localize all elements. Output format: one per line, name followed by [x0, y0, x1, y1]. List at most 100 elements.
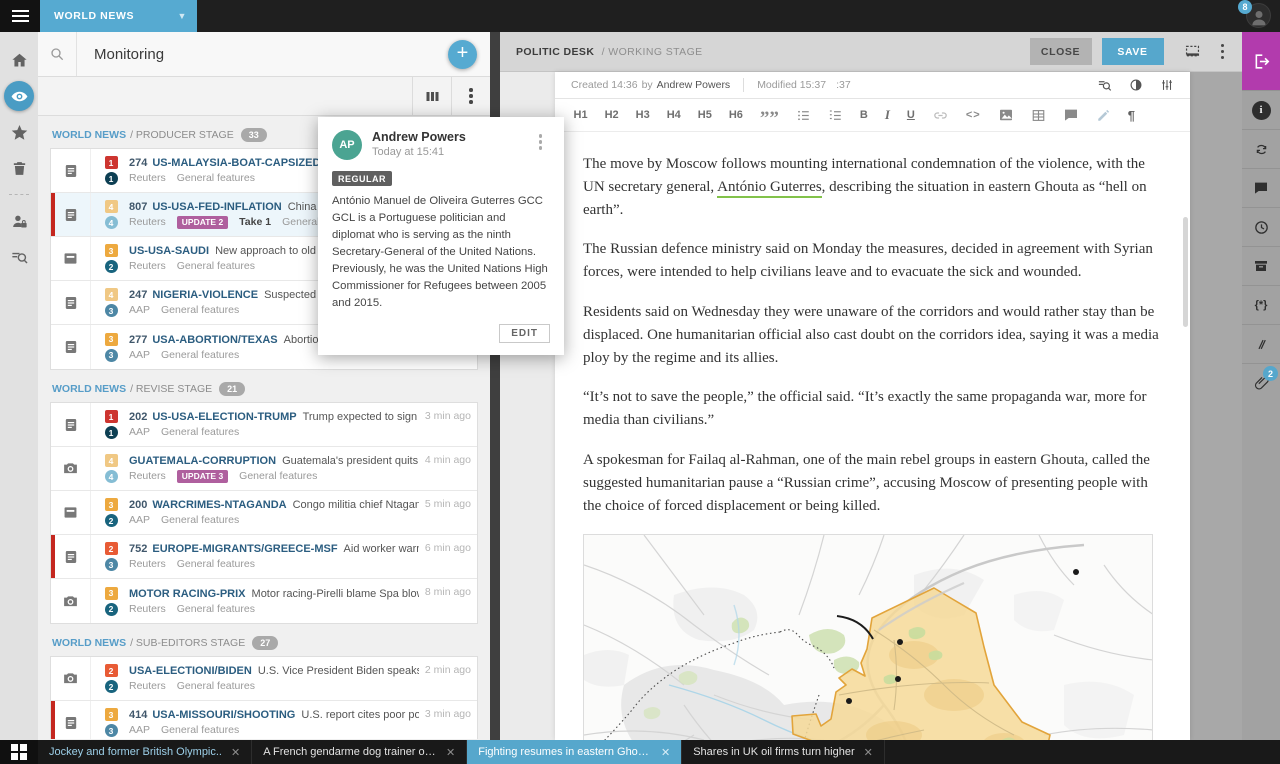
camera-item-icon [51, 447, 91, 490]
format-u-button[interactable]: U [898, 99, 923, 131]
item-time: 2 min ago [425, 664, 471, 676]
columns-view-icon[interactable] [412, 77, 451, 115]
code-icon[interactable]: <> [957, 99, 989, 131]
workqueue-tab[interactable]: Shares in UK oil firms turn higher✕ [682, 740, 885, 764]
close-tab-icon[interactable]: ✕ [864, 746, 873, 759]
format-toolbar: H1H2H3H4H5H6”” BIU <> ¶ [555, 99, 1190, 132]
item-time: 6 min ago [425, 542, 471, 554]
take-label: Take 1 [239, 216, 271, 228]
user-menu[interactable]: 8 [1246, 3, 1272, 29]
star-icon[interactable] [0, 114, 38, 150]
format-b-button[interactable]: B [851, 99, 876, 131]
camera-item-icon [51, 579, 91, 623]
item-number: 247 [129, 289, 147, 301]
find-replace-icon[interactable] [1097, 78, 1112, 93]
add-content-button[interactable]: + [448, 40, 477, 69]
format-¶-button[interactable]: ¶ [1119, 99, 1143, 131]
list-item[interactable]: 33414USA-MISSOURI/SHOOTINGU.S. report ci… [51, 701, 477, 739]
format-h4-button[interactable]: H4 [658, 99, 689, 131]
trash-icon[interactable] [0, 150, 38, 186]
list-item[interactable]: 44GUATEMALA-CORRUPTIONGuatemala's presid… [51, 447, 477, 491]
stage-label: / REVISE STAGE [130, 383, 212, 395]
dock-layout-icon[interactable] [1184, 43, 1201, 60]
suggestions-icon[interactable] [1242, 324, 1280, 363]
edit-button[interactable]: EDIT [499, 324, 550, 343]
user-privileges-icon[interactable] [0, 203, 38, 239]
format-h5-button[interactable]: H5 [689, 99, 720, 131]
priority-badge: 1 [105, 172, 118, 185]
ol-icon[interactable] [819, 99, 851, 131]
close-tab-icon[interactable]: ✕ [661, 746, 670, 759]
global-search-icon[interactable] [0, 239, 38, 275]
item-genre: General features [161, 349, 239, 361]
versions-icon[interactable] [1242, 129, 1280, 168]
pencil-icon[interactable] [1087, 99, 1119, 131]
item-headline: U.S. Vice President Biden speaks... [258, 665, 419, 677]
workqueue-tab[interactable]: A French gendarme dog trainer of PSIG✕ [252, 740, 467, 764]
urgency-badge: 4 [105, 454, 118, 467]
list-item[interactable]: 11202US-USA-ELECTION-TRUMPTrump expected… [51, 403, 477, 447]
history-icon[interactable] [1242, 207, 1280, 246]
save-button[interactable]: SAVE [1102, 38, 1164, 65]
info-icon[interactable]: i [1242, 90, 1280, 129]
workspace-selector[interactable]: WORLD NEWS ▼ [40, 0, 197, 32]
desk-link[interactable]: WORLD NEWS [52, 129, 126, 141]
table-icon[interactable] [1022, 99, 1054, 131]
attachments-icon[interactable]: 2 [1242, 363, 1280, 402]
list-item[interactable]: 32200WARCRIMES-NTAGANDACongo militia chi… [51, 491, 477, 535]
comments-icon[interactable] [1242, 168, 1280, 207]
format-i-button[interactable]: I [876, 99, 898, 131]
format-h2-button[interactable]: H2 [596, 99, 627, 131]
ul-icon[interactable] [787, 99, 819, 131]
package-icon[interactable] [1242, 246, 1280, 285]
article-body[interactable]: The move by Moscow follows mounting inte… [555, 132, 1190, 740]
article-paragraph: The Russian defence ministry said on Mon… [583, 238, 1160, 284]
contrast-icon[interactable] [1129, 78, 1143, 92]
popup-menu-icon[interactable] [531, 130, 551, 160]
list-item[interactable]: 22USA-ELECTIONI/BIDENU.S. Vice President… [51, 657, 477, 701]
quote-icon[interactable]: ”” [751, 99, 787, 131]
monitoring-menu-icon[interactable] [451, 77, 490, 115]
authoring-menu-icon[interactable] [1213, 40, 1233, 64]
paragraph-text: Residents said on Wednesday they were un… [583, 304, 1159, 366]
desk-link[interactable]: WORLD NEWS [52, 383, 126, 395]
desk-link[interactable]: WORLD NEWS [52, 637, 126, 649]
home-icon[interactable] [0, 42, 38, 78]
authoring-panel: POLITIC DESK / WORKING STAGE CLOSE SAVE … [500, 32, 1242, 740]
format-h1-button[interactable]: H1 [565, 99, 596, 131]
text-settings-icon[interactable] [1160, 78, 1174, 92]
popup-author: Andrew Powers [372, 130, 466, 144]
link-icon[interactable] [923, 99, 957, 131]
workqueue-tab[interactable]: Jockey and former British Olympic..✕ [38, 740, 252, 764]
list-item[interactable]: 32MOTOR RACING-PRIXMotor racing-Pirelli … [51, 579, 477, 623]
item-slugline: USA-ABORTION/TEXAS [152, 334, 277, 346]
priority-badge: 4 [105, 470, 118, 483]
close-tab-icon[interactable]: ✕ [446, 746, 455, 759]
macros-icon[interactable]: {*} [1242, 285, 1280, 324]
list-item[interactable]: 23752EUROPE-MIGRANTS/GREECE-MSFAid worke… [51, 535, 477, 579]
text-item-icon [51, 325, 91, 369]
image-icon[interactable] [989, 99, 1022, 131]
annotated-text[interactable]: António Guterres [717, 179, 822, 198]
send-to-icon[interactable] [1242, 32, 1280, 90]
priority-badge: 1 [105, 426, 118, 439]
item-number: 274 [129, 157, 147, 169]
close-button[interactable]: CLOSE [1030, 38, 1092, 65]
search-icon[interactable] [38, 32, 77, 76]
comment-icon[interactable] [1054, 99, 1087, 131]
page-scrollbar[interactable] [1183, 217, 1188, 327]
format-h6-button[interactable]: H6 [720, 99, 751, 131]
hamburger-menu-icon[interactable] [0, 0, 40, 32]
monitoring-eye-icon[interactable] [0, 78, 38, 114]
workqueue-grid-icon[interactable] [0, 740, 38, 764]
item-source: Reuters [129, 603, 166, 615]
workqueue-tab[interactable]: Fighting resumes in eastern Ghouta...✕ [467, 740, 682, 764]
modified-label: Modified 15:37 [757, 79, 826, 91]
popup-body-text: António Manuel de Oliveira Guterres GCC … [332, 193, 550, 312]
item-genre: General features [239, 470, 317, 482]
format-h3-button[interactable]: H3 [627, 99, 658, 131]
priority-badge: 2 [105, 680, 118, 693]
map-image[interactable] [583, 534, 1153, 740]
item-slugline: US-USA-FED-INFLATION [152, 201, 281, 213]
close-tab-icon[interactable]: ✕ [231, 746, 240, 759]
